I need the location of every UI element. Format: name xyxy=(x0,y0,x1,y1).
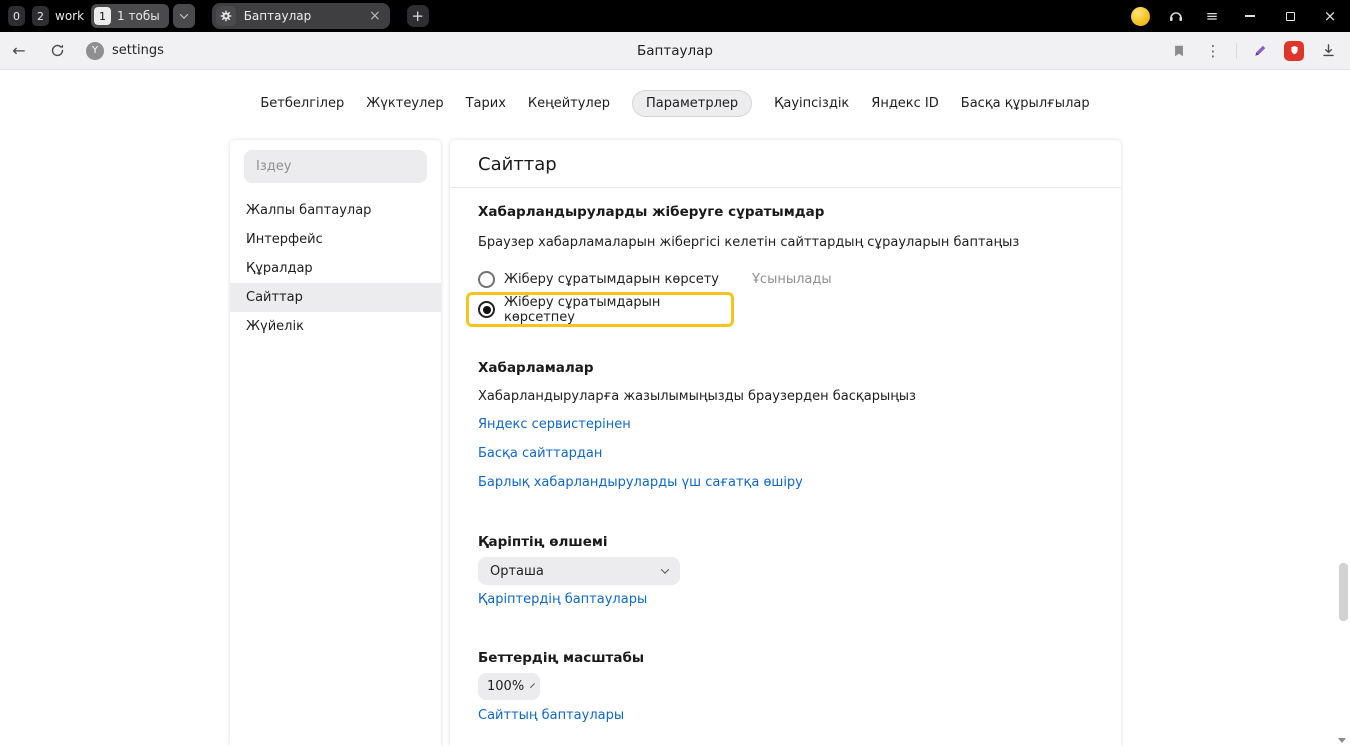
section-notification-requests-description: Браузер хабарламаларын жібергісі келетін… xyxy=(478,235,1019,250)
section-page-scale-heading: Беттердің масштабы xyxy=(478,650,644,666)
maximize-button[interactable] xyxy=(1270,0,1310,32)
radio-selected-icon[interactable] xyxy=(478,301,495,318)
nav-tab-extensions[interactable]: Кеңейтулер xyxy=(528,91,610,116)
toolbar-page-title: Баптаулар xyxy=(0,43,1350,59)
nav-tab-other-devices[interactable]: Басқа құрылғылар xyxy=(961,91,1090,116)
scrollbar-thumb[interactable] xyxy=(1339,563,1348,621)
sidebar-item-sites[interactable]: Сайттар xyxy=(230,283,441,312)
scrollbar-down-arrow[interactable] xyxy=(1338,738,1346,743)
settings-content: Сайттар Хабарландыруларды жіберуге сұрат… xyxy=(450,140,1121,746)
recommended-hint: Ұсынылады xyxy=(752,272,832,287)
link-mute-all-notifications[interactable]: Барлық хабарландыруларды үш сағатқа өшір… xyxy=(478,475,803,490)
refresh-button[interactable] xyxy=(38,32,76,70)
work-group-badge: 2 xyxy=(32,6,49,26)
toolbar-right: ⋮ xyxy=(1163,35,1350,67)
settings-nav: Бетбелгілер Жүктеулер Тарих Кеңейтулер П… xyxy=(0,88,1350,118)
link-font-settings[interactable]: Қаріптердің баптаулары xyxy=(478,592,647,607)
title-divider xyxy=(450,187,1121,188)
bookmark-icon[interactable] xyxy=(1163,35,1195,67)
nav-tab-security[interactable]: Қауіпсіздік xyxy=(774,91,849,116)
work-group-label: work xyxy=(55,9,84,23)
radio-option-show-requests[interactable]: Жіберу сұратымдарын көрсету Ұсынылады xyxy=(478,271,832,288)
radio-unselected-icon[interactable] xyxy=(478,271,495,288)
page-scale-select[interactable]: 100% xyxy=(478,673,540,700)
tab-close-icon[interactable]: × xyxy=(369,9,381,23)
pen-extension-icon[interactable] xyxy=(1244,35,1276,67)
search-input[interactable] xyxy=(244,150,427,183)
section-font-size-heading: Қаріптің өлшемі xyxy=(478,534,608,550)
sidebar-item-general[interactable]: Жалпы баптаулар xyxy=(230,196,441,225)
active-group-label: 1 тобы xyxy=(117,9,160,23)
radio-option-label: Жіберу сұратымдарын көрсету xyxy=(504,272,719,287)
link-site-settings[interactable]: Сайттың баптаулары xyxy=(478,708,624,723)
shield-badge xyxy=(1284,41,1304,61)
link-yandex-services[interactable]: Яндекс сервистерінен xyxy=(478,417,631,432)
gear-icon xyxy=(216,6,236,26)
close-button[interactable]: × xyxy=(1310,0,1350,32)
content-title: Сайттар xyxy=(478,154,557,175)
tab-bar-left: 0 2 work 1 1 тобы xyxy=(0,3,429,29)
sidebar-item-interface[interactable]: Интерфейс xyxy=(230,225,441,254)
nav-tab-bookmarks[interactable]: Бетбелгілер xyxy=(260,91,344,116)
new-tab-button[interactable]: + xyxy=(407,5,429,27)
tab-group-active[interactable]: 1 1 тобы xyxy=(91,4,169,28)
protect-shield-icon[interactable] xyxy=(1278,35,1310,67)
action-highlight-box: Жіберу сұратымдарын көрсетпеу xyxy=(466,292,734,327)
site-favicon: Y xyxy=(86,42,104,60)
downloads-icon[interactable] xyxy=(1312,35,1344,67)
nav-tab-yandex-id[interactable]: Яндекс ID xyxy=(871,91,939,116)
sidebar-item-system[interactable]: Жүйелік xyxy=(230,312,441,341)
section-notifications-description: Хабарландыруларға жазылымыңызды браузерд… xyxy=(478,389,916,404)
page-scale-select-value: 100% xyxy=(487,679,524,694)
chevron-down-icon xyxy=(530,683,535,688)
tab-group-work[interactable]: 2 work xyxy=(32,6,84,26)
section-notification-requests-heading: Хабарландыруларды жіберуге сұратымдар xyxy=(478,204,824,220)
radio-option-hide-requests[interactable]: Жіберу сұратымдарын көрсетпеу xyxy=(469,295,731,325)
avatar xyxy=(1131,7,1150,26)
tab-settings[interactable]: Баптаулар × xyxy=(212,3,390,29)
active-group-badge: 1 xyxy=(94,7,111,25)
url-text: settings xyxy=(112,43,164,58)
link-other-sites[interactable]: Басқа сайттардан xyxy=(478,446,602,461)
nav-tab-downloads[interactable]: Жүктеулер xyxy=(366,91,443,116)
address-bar[interactable]: Y settings xyxy=(86,42,164,60)
minimize-button[interactable] xyxy=(1230,0,1270,32)
profile-avatar[interactable] xyxy=(1122,0,1158,32)
chevron-down-icon xyxy=(179,10,187,18)
radio-option-label: Жіберу сұратымдарын көрсетпеу xyxy=(504,295,731,325)
toolbar-divider xyxy=(1236,43,1237,59)
menu-icon[interactable]: ≡ xyxy=(1194,0,1230,32)
settings-sidebar: Жалпы баптаулар Интерфейс Құралдар Сайтт… xyxy=(230,140,441,746)
back-button[interactable]: ← xyxy=(0,32,38,70)
minimize-icon xyxy=(1245,15,1255,17)
search-wrap xyxy=(244,150,427,183)
kebab-menu-icon[interactable]: ⋮ xyxy=(1197,35,1229,67)
maximize-icon xyxy=(1286,12,1295,21)
headset-icon[interactable] xyxy=(1158,0,1194,32)
tab-counter-badge[interactable]: 0 xyxy=(8,6,25,26)
sidebar-list: Жалпы баптаулар Интерфейс Құралдар Сайтт… xyxy=(230,196,441,341)
font-size-select[interactable]: Орташа xyxy=(478,557,680,585)
tab-title: Баптаулар xyxy=(244,9,361,23)
browser-window: 0 2 work 1 1 тобы xyxy=(0,0,1350,746)
group-dropdown-button[interactable] xyxy=(173,4,195,28)
section-notifications-heading: Хабарламалар xyxy=(478,360,594,376)
nav-tab-settings[interactable]: Параметрлер xyxy=(632,90,752,117)
nav-tab-history[interactable]: Тарих xyxy=(466,91,506,116)
tab-bar: 0 2 work 1 1 тобы xyxy=(0,0,1350,32)
chevron-down-icon xyxy=(661,565,669,573)
toolbar: ← Y settings Баптаулар ⋮ xyxy=(0,32,1350,70)
tab-bar-right: ≡ × xyxy=(1122,0,1350,32)
sidebar-item-tools[interactable]: Құралдар xyxy=(230,254,441,283)
font-size-select-value: Орташа xyxy=(490,564,544,579)
